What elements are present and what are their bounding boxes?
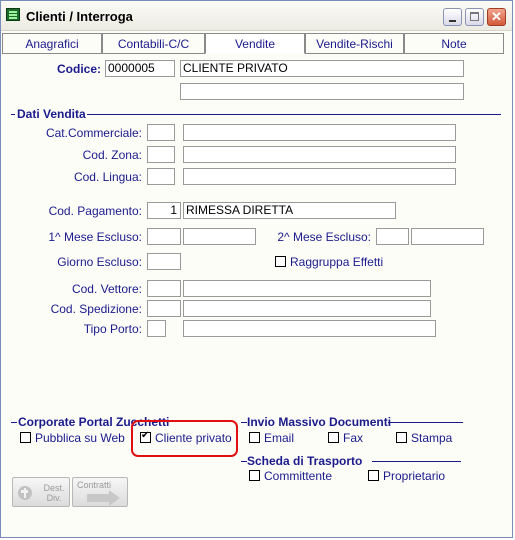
maximize-icon[interactable]: [465, 8, 484, 26]
app-icon: [6, 8, 20, 21]
scheda-trasporto-line: [372, 461, 461, 462]
fax-checkbox[interactable]: [328, 432, 339, 443]
tipo-porto-label: Tipo Porto:: [83, 322, 142, 336]
cat-commerciale-desc-field[interactable]: [183, 124, 456, 141]
raggruppa-effetti-checkbox[interactable]: [275, 256, 286, 267]
tab-note[interactable]: Note: [404, 33, 504, 54]
cod-pagamento-code-field[interactable]: 1: [147, 202, 181, 219]
stampa-checkbox[interactable]: [396, 432, 407, 443]
giorno-escluso-field[interactable]: [147, 253, 181, 270]
corporate-portal-line-left: [11, 422, 17, 423]
fax-label: Fax: [343, 431, 364, 445]
cod-pagamento-label: Cod. Pagamento:: [48, 204, 142, 218]
invio-massivo-line: [388, 422, 463, 423]
tab-vendite[interactable]: Vendite: [205, 33, 305, 54]
cod-spedizione-desc-field[interactable]: [183, 300, 431, 317]
codice-label: Codice:: [57, 62, 102, 76]
cod-spedizione-code-field[interactable]: [147, 300, 181, 317]
cat-commerciale-code-field[interactable]: [147, 124, 175, 141]
window-title: Clienti / Interroga: [26, 9, 133, 24]
client-window: Clienti / Interroga Anagrafici Contabili…: [0, 0, 513, 538]
cod-zona-desc-field[interactable]: [183, 146, 456, 163]
mese-escluso-2-label: 2^ Mese Escluso:: [277, 230, 371, 244]
ragione-sociale-field[interactable]: CLIENTE PRIVATO: [180, 60, 464, 77]
raggruppa-effetti-label: Raggruppa Effetti: [290, 255, 384, 269]
pubblica-su-web-checkbox[interactable]: [20, 432, 31, 443]
title-bar: Clienti / Interroga: [1, 1, 512, 31]
pubblica-su-web-label: Pubblica su Web: [35, 431, 125, 445]
stampa-label: Stampa: [411, 431, 453, 445]
invio-massivo-title: Invio Massivo Documenti: [247, 415, 392, 429]
email-checkbox[interactable]: [249, 432, 260, 443]
cod-zona-code-field[interactable]: [147, 146, 175, 163]
cod-vettore-code-field[interactable]: [147, 280, 181, 297]
cat-commerciale-label: Cat.Commerciale:: [45, 126, 142, 140]
destinations-icon: [18, 486, 32, 500]
tipo-porto-desc-field[interactable]: [183, 320, 436, 337]
tab-bar: Anagrafici Contabili-C/C Vendite Vendite…: [1, 33, 512, 55]
close-icon[interactable]: [487, 8, 506, 26]
proprietario-label: Proprietario: [383, 469, 446, 483]
proprietario-checkbox[interactable]: [368, 470, 379, 481]
minimize-icon[interactable]: [443, 8, 462, 26]
dati-vendita-line-left: [11, 114, 15, 115]
cod-lingua-code-field[interactable]: [147, 168, 175, 185]
cod-zona-label: Cod. Zona:: [82, 148, 142, 162]
codice-field[interactable]: 0000005: [105, 60, 175, 77]
dati-vendita-line: [87, 114, 501, 115]
tab-vendite-rischi[interactable]: Vendite-Rischi: [305, 33, 404, 54]
mese-escluso-1-code-field[interactable]: [147, 228, 181, 245]
committente-checkbox[interactable]: [249, 470, 260, 481]
cod-spedizione-label: Cod. Spedizione:: [50, 302, 142, 316]
mese-escluso-1-desc-field[interactable]: [183, 228, 256, 245]
highlight-ring: [131, 420, 238, 457]
dati-vendita-title: Dati Vendita: [17, 107, 86, 121]
email-label: Email: [264, 431, 295, 445]
committente-label: Committente: [264, 469, 333, 483]
cod-vettore-label: Cod. Vettore:: [71, 282, 142, 296]
ragione-sociale-2-field[interactable]: [180, 83, 464, 100]
tab-contabili-cc[interactable]: Contabili-C/C: [102, 33, 205, 54]
contracts-icon: [87, 490, 120, 506]
contratti-label: Contratti: [77, 480, 112, 490]
scheda-trasporto-title: Scheda di Trasporto: [247, 454, 363, 468]
dest-div-button[interactable]: Dest. Div.: [12, 477, 70, 507]
mese-escluso-2-code-field[interactable]: [376, 228, 409, 245]
dest-div-label: Dest. Div.: [43, 483, 65, 503]
giorno-escluso-label: Giorno Escluso:: [57, 255, 142, 269]
cod-pagamento-desc-field[interactable]: RIMESSA DIRETTA: [183, 202, 396, 219]
cod-vettore-desc-field[interactable]: [183, 280, 431, 297]
mese-escluso-2-desc-field[interactable]: [411, 228, 484, 245]
cod-lingua-desc-field[interactable]: [183, 168, 456, 185]
contratti-button[interactable]: Contratti: [72, 477, 128, 507]
cod-lingua-label: Cod. Lingua:: [73, 170, 142, 184]
tipo-porto-code-field[interactable]: [147, 320, 166, 337]
mese-escluso-1-label: 1^ Mese Escluso:: [48, 230, 142, 244]
tab-anagrafici[interactable]: Anagrafici: [2, 33, 102, 54]
